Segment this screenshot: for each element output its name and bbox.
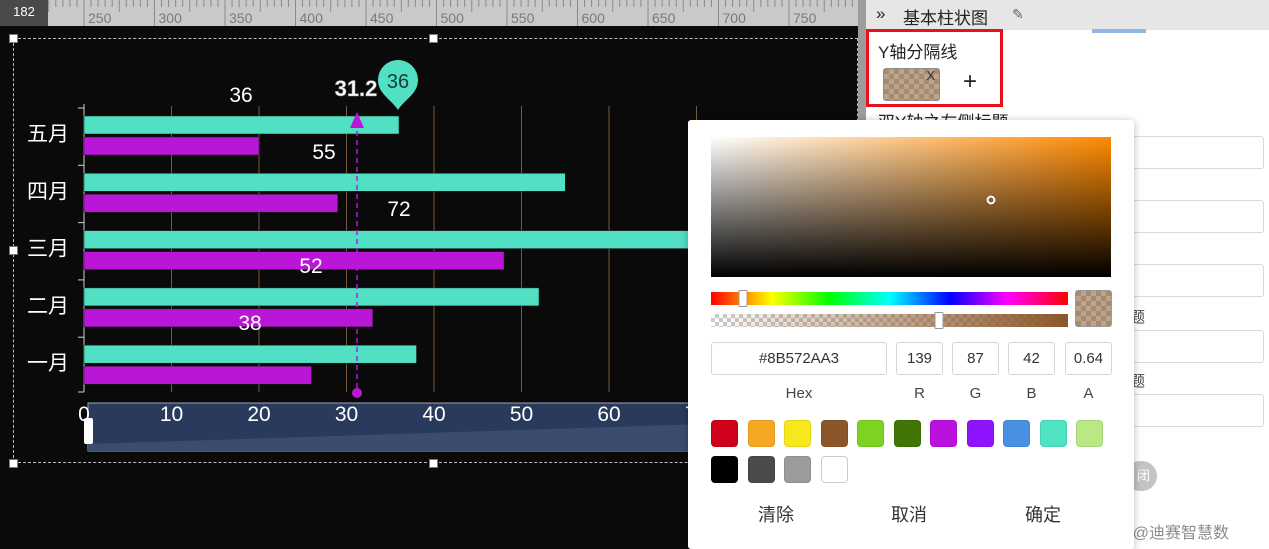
alpha-input[interactable]: 0.64 [1065,342,1112,375]
text-field-3[interactable] [1130,264,1264,297]
color-preview [1075,290,1112,327]
ruler-label: 500 [441,10,465,26]
ruler-label: 400 [300,10,324,26]
data-label: 36 [229,84,252,107]
clear-button[interactable]: 清除 [758,501,794,527]
red-label: R [914,385,925,402]
x-tick-label: 10 [160,403,183,426]
preset-color-swatch[interactable] [1003,420,1030,447]
ruler-label: 350 [229,10,253,26]
preset-color-swatch[interactable] [820,456,848,483]
preset-color-swatch[interactable] [711,420,738,447]
x-tick-label: 20 [247,403,270,426]
ruler-label: 550 [511,10,535,26]
ruler-label: 300 [159,10,183,26]
ruler-label: 700 [723,10,747,26]
preset-color-swatch[interactable] [711,456,738,483]
annotation-highlight-box [866,29,1003,107]
bar [83,251,505,270]
green-input[interactable]: 87 [952,342,999,375]
x-tick-label: 30 [335,403,358,426]
preset-color-swatch[interactable] [784,456,811,483]
bar [83,136,260,156]
preset-color-swatch[interactable] [857,420,884,447]
resize-handle-top[interactable] [429,34,438,43]
marker-dot [352,388,362,398]
blue-label: B [1026,385,1037,402]
ruler-label: 250 [88,10,112,26]
color-picker-popover: #8B572AA3 139 87 42 0.64 Hex R G B A 清除 … [688,120,1134,549]
ruler-ticks: 25030035040045050055060065070075080 [13,0,853,26]
ruler-label: 450 [370,10,394,26]
x-tick-label: 60 [597,403,620,426]
panel-header: » 基本柱状图 ✎ [866,0,1269,30]
text-field-2[interactable] [1130,200,1264,233]
alpha-slider[interactable] [711,312,1068,329]
x-tick-label: 0 [78,403,90,426]
ruler-label: 750 [793,10,817,26]
confirm-button[interactable]: 确定 [1025,501,1061,527]
alpha-label: A [1083,385,1094,402]
ruler-label: 600 [582,10,606,26]
bar [83,308,373,328]
bar [83,287,540,307]
data-label: 38 [238,312,261,335]
ruler-position-readout: 182 [0,0,48,26]
alpha-slider-thumb[interactable] [934,312,944,329]
tab-indicator [1092,29,1146,33]
preset-color-swatch[interactable] [1076,420,1103,447]
collapse-chevron-icon[interactable]: » [876,4,885,24]
green-label: G [969,385,982,402]
y-tick-label: 四月 [27,179,69,203]
x-tick-label: 50 [510,403,533,426]
hue-slider[interactable] [711,290,1068,307]
x-tick-label: 40 [422,403,445,426]
text-field-4[interactable] [1130,330,1264,363]
bar [83,230,715,249]
blue-input[interactable]: 42 [1008,342,1055,375]
preset-color-swatch[interactable] [930,420,957,447]
resize-handle-bottom-left[interactable] [9,459,18,468]
y-tick-label: 三月 [27,237,69,261]
y-tick-label: 一月 [27,351,69,375]
bar [83,173,566,192]
preset-color-swatch[interactable] [893,420,921,447]
resize-handle-left[interactable] [9,246,18,255]
bar [83,365,312,385]
color-cursor[interactable] [986,195,996,205]
resize-handle-top-left[interactable] [9,34,18,43]
text-field-5[interactable] [1130,394,1264,427]
data-label: 72 [387,198,410,221]
preset-color-swatch[interactable] [784,420,811,447]
preset-color-swatch[interactable] [1039,420,1067,447]
component-title: 基本柱状图 [903,9,988,28]
horizontal-ruler: 25030035040045050055060065070075080 182 [0,0,858,26]
resize-handle-bottom[interactable] [429,459,438,468]
preset-color-swatch[interactable] [747,456,775,483]
data-label: 52 [299,255,322,278]
edit-pencil-icon[interactable]: ✎ [1012,6,1024,23]
data-label: 55 [312,141,335,164]
y-tick-label: 二月 [27,294,69,318]
red-input[interactable]: 139 [896,342,943,375]
hex-label: Hex [785,385,813,402]
marker-value-label: 31.2 [335,76,378,101]
bar [83,194,338,213]
marker-pin-label: 36 [387,71,409,93]
preset-color-swatch[interactable] [820,420,848,447]
bar [83,344,417,364]
y-tick-label: 五月 [27,122,69,146]
saturation-value-area[interactable] [711,137,1111,277]
cancel-button[interactable]: 取消 [891,501,927,527]
preset-color-swatch[interactable] [747,420,775,447]
preset-color-swatch[interactable] [966,420,994,447]
hue-slider-thumb[interactable] [738,290,748,307]
hex-input[interactable]: #8B572AA3 [711,342,887,375]
text-field-1[interactable] [1130,136,1264,169]
ruler-label: 650 [652,10,676,26]
